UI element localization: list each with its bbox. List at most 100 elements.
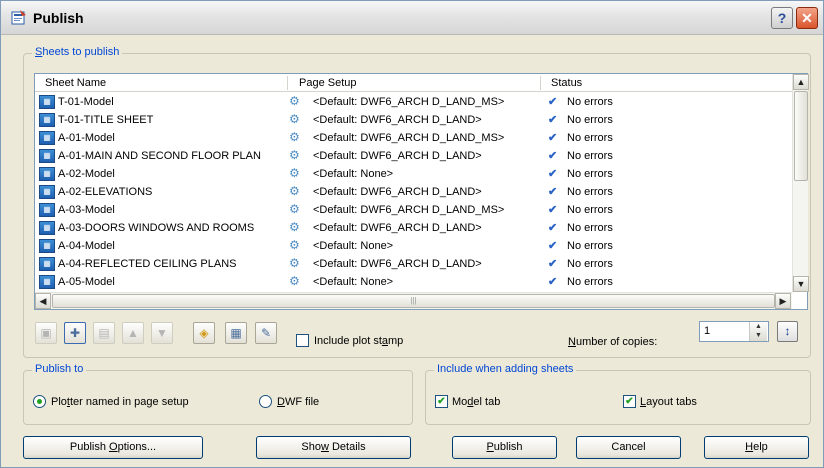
- titlebar-close-button[interactable]: ✕: [796, 7, 818, 29]
- horizontal-scrollbar[interactable]: ◀ ||| ▶: [35, 292, 792, 309]
- page-setup-icon[interactable]: ⚙: [289, 238, 303, 253]
- page-setup-cell[interactable]: <Default: DWF6_ARCH D_LAND>: [313, 150, 482, 162]
- scroll-down-button[interactable]: ▼: [793, 276, 809, 292]
- column-header-sheet-name[interactable]: Sheet Name: [45, 77, 106, 89]
- show-details-button[interactable]: Show Details: [256, 436, 411, 459]
- dwf-file-label: DWF file: [277, 396, 320, 408]
- sheet-layout-icon: ▦: [39, 239, 55, 253]
- table-row[interactable]: ▦ A-04-Model ⚙ <Default: None> ✔ No errors: [35, 237, 792, 255]
- page-setup-cell[interactable]: <Default: DWF6_ARCH D_LAND>: [313, 114, 482, 126]
- sheet-name-cell: T-01-TITLE SHEET: [58, 114, 154, 126]
- preview-icon[interactable]: ▣: [35, 322, 57, 344]
- list-header: Sheet Name Page Setup Status: [35, 74, 792, 92]
- page-setup-icon[interactable]: ⚙: [289, 130, 303, 145]
- page-setup-cell[interactable]: <Default: DWF6_ARCH D_LAND_MS>: [313, 96, 504, 108]
- page-setup-cell[interactable]: <Default: None>: [313, 276, 393, 288]
- cancel-button[interactable]: Cancel: [576, 436, 681, 459]
- table-row[interactable]: ▦ A-01-Model ⚙ <Default: DWF6_ARCH D_LAND_M…: [35, 129, 792, 147]
- plot-stamp-settings-icon[interactable]: ✎: [255, 322, 277, 344]
- status-cell: No errors: [567, 276, 613, 288]
- page-setup-icon[interactable]: ⚙: [289, 184, 303, 199]
- plotter-radio[interactable]: [33, 395, 46, 408]
- page-setup-cell[interactable]: <Default: DWF6_ARCH D_LAND>: [313, 258, 482, 270]
- page-setup-cell[interactable]: <Default: DWF6_ARCH D_LAND>: [313, 186, 482, 198]
- publish-app-icon: [11, 10, 26, 25]
- include-plot-stamp-label: Include plot stamp: [314, 335, 404, 347]
- titlebar-help-button[interactable]: ?: [771, 7, 793, 29]
- page-setup-cell[interactable]: <Default: None>: [313, 168, 393, 180]
- status-check-icon: ✔: [548, 186, 558, 198]
- publish-options-button[interactable]: Publish Options...: [23, 436, 203, 459]
- vertical-scrollbar[interactable]: ▲ ▼: [792, 74, 809, 292]
- scroll-right-button[interactable]: ▶: [775, 293, 791, 309]
- move-down-icon[interactable]: ▼: [151, 322, 173, 344]
- dialog-title: Publish: [33, 10, 84, 26]
- sheet-layout-icon: ▦: [39, 131, 55, 145]
- sheet-name-cell: A-04-Model: [58, 240, 115, 252]
- page-setup-icon[interactable]: ⚙: [289, 166, 303, 181]
- table-row[interactable]: ▦ A-02-Model ⚙ <Default: None> ✔ No errors: [35, 165, 792, 183]
- page-setup-icon[interactable]: ⚙: [289, 202, 303, 217]
- page-setup-icon[interactable]: ⚙: [289, 112, 303, 127]
- layout-tabs-checkbox[interactable]: ✔: [623, 395, 636, 408]
- column-header-page-setup[interactable]: Page Setup: [299, 77, 357, 89]
- status-check-icon: ✔: [548, 276, 558, 288]
- status-check-icon: ✔: [548, 150, 558, 162]
- help-button[interactable]: Help: [704, 436, 809, 459]
- dwf-file-radio[interactable]: [259, 395, 272, 408]
- plotter-label: Plotter named in page setup: [51, 396, 189, 408]
- table-row[interactable]: ▦ A-04-REFLECTED CEILING PLANS ⚙ <Default: …: [35, 255, 792, 273]
- status-check-icon: ✔: [548, 168, 558, 180]
- page-setup-cell[interactable]: <Default: DWF6_ARCH D_LAND>: [313, 222, 482, 234]
- copies-spinner[interactable]: ▲ ▼: [749, 322, 767, 341]
- status-check-icon: ✔: [548, 132, 558, 144]
- table-row[interactable]: ▦ A-01-MAIN AND SECOND FLOOR PLAN ⚙ <Defaul…: [35, 147, 792, 165]
- sheet-name-cell: A-04-REFLECTED CEILING PLANS: [58, 258, 237, 270]
- table-row[interactable]: ▦ A-03-DOORS WINDOWS AND ROOMS ⚙ <Default: …: [35, 219, 792, 237]
- load-sheet-list-icon[interactable]: ◈: [193, 322, 215, 344]
- status-cell: No errors: [567, 114, 613, 126]
- column-header-status[interactable]: Status: [551, 77, 582, 89]
- table-row[interactable]: ▦ A-02-ELEVATIONS ⚙ <Default: DWF6_ARCH D_L…: [35, 183, 792, 201]
- add-sheets-icon[interactable]: ✚: [64, 322, 86, 344]
- status-cell: No errors: [567, 222, 613, 234]
- status-check-icon: ✔: [548, 96, 558, 108]
- table-row[interactable]: ▦ T-01-TITLE SHEET ⚙ <Default: DWF6_ARCH D_…: [35, 111, 792, 129]
- title-bar: Publish ? ✕: [1, 1, 823, 35]
- sort-order-icon[interactable]: ↕: [777, 321, 798, 342]
- status-check-icon: ✔: [548, 258, 558, 270]
- sheet-layout-icon: ▦: [39, 203, 55, 217]
- page-setup-cell[interactable]: <Default: DWF6_ARCH D_LAND_MS>: [313, 204, 504, 216]
- publish-button[interactable]: Publish: [452, 436, 557, 459]
- model-tab-checkbox[interactable]: ✔: [435, 395, 448, 408]
- sheet-list[interactable]: Sheet Name Page Setup Status ▦ T-01-Model…: [34, 73, 809, 310]
- status-check-icon: ✔: [548, 114, 558, 126]
- sheets-to-publish-label: Sheets to publish: [32, 46, 123, 58]
- page-setup-icon[interactable]: ⚙: [289, 220, 303, 235]
- table-row[interactable]: ▦ A-03-Model ⚙ <Default: DWF6_ARCH D_LAND_M…: [35, 201, 792, 219]
- sheet-layout-icon: ▦: [39, 221, 55, 235]
- status-cell: No errors: [567, 150, 613, 162]
- vertical-scroll-thumb[interactable]: [794, 91, 808, 181]
- number-of-copies-label: Number of copies:: [568, 336, 658, 348]
- sheet-layout-icon: ▦: [39, 149, 55, 163]
- page-setup-icon[interactable]: ⚙: [289, 274, 303, 289]
- scroll-up-button[interactable]: ▲: [793, 74, 809, 90]
- save-sheet-list-icon[interactable]: ▦: [225, 322, 247, 344]
- scroll-left-button[interactable]: ◀: [35, 293, 51, 309]
- horizontal-scroll-thumb[interactable]: |||: [52, 294, 775, 308]
- page-setup-cell[interactable]: <Default: DWF6_ARCH D_LAND_MS>: [313, 132, 504, 144]
- sheet-name-cell: T-01-Model: [58, 96, 114, 108]
- sheet-name-cell: A-03-Model: [58, 204, 115, 216]
- page-setup-icon[interactable]: ⚙: [289, 148, 303, 163]
- sheet-name-cell: A-01-Model: [58, 132, 115, 144]
- page-setup-icon[interactable]: ⚙: [289, 94, 303, 109]
- include-plot-stamp-checkbox[interactable]: [296, 334, 309, 347]
- page-setup-cell[interactable]: <Default: None>: [313, 240, 393, 252]
- status-cell: No errors: [567, 96, 613, 108]
- table-row[interactable]: ▦ A-05-Model ⚙ <Default: None> ✔ No errors: [35, 273, 792, 291]
- remove-sheets-icon[interactable]: ▤: [93, 322, 115, 344]
- move-up-icon[interactable]: ▲: [122, 322, 144, 344]
- page-setup-icon[interactable]: ⚙: [289, 256, 303, 271]
- table-row[interactable]: ▦ T-01-Model ⚙ <Default: DWF6_ARCH D_LAND_M…: [35, 93, 792, 111]
